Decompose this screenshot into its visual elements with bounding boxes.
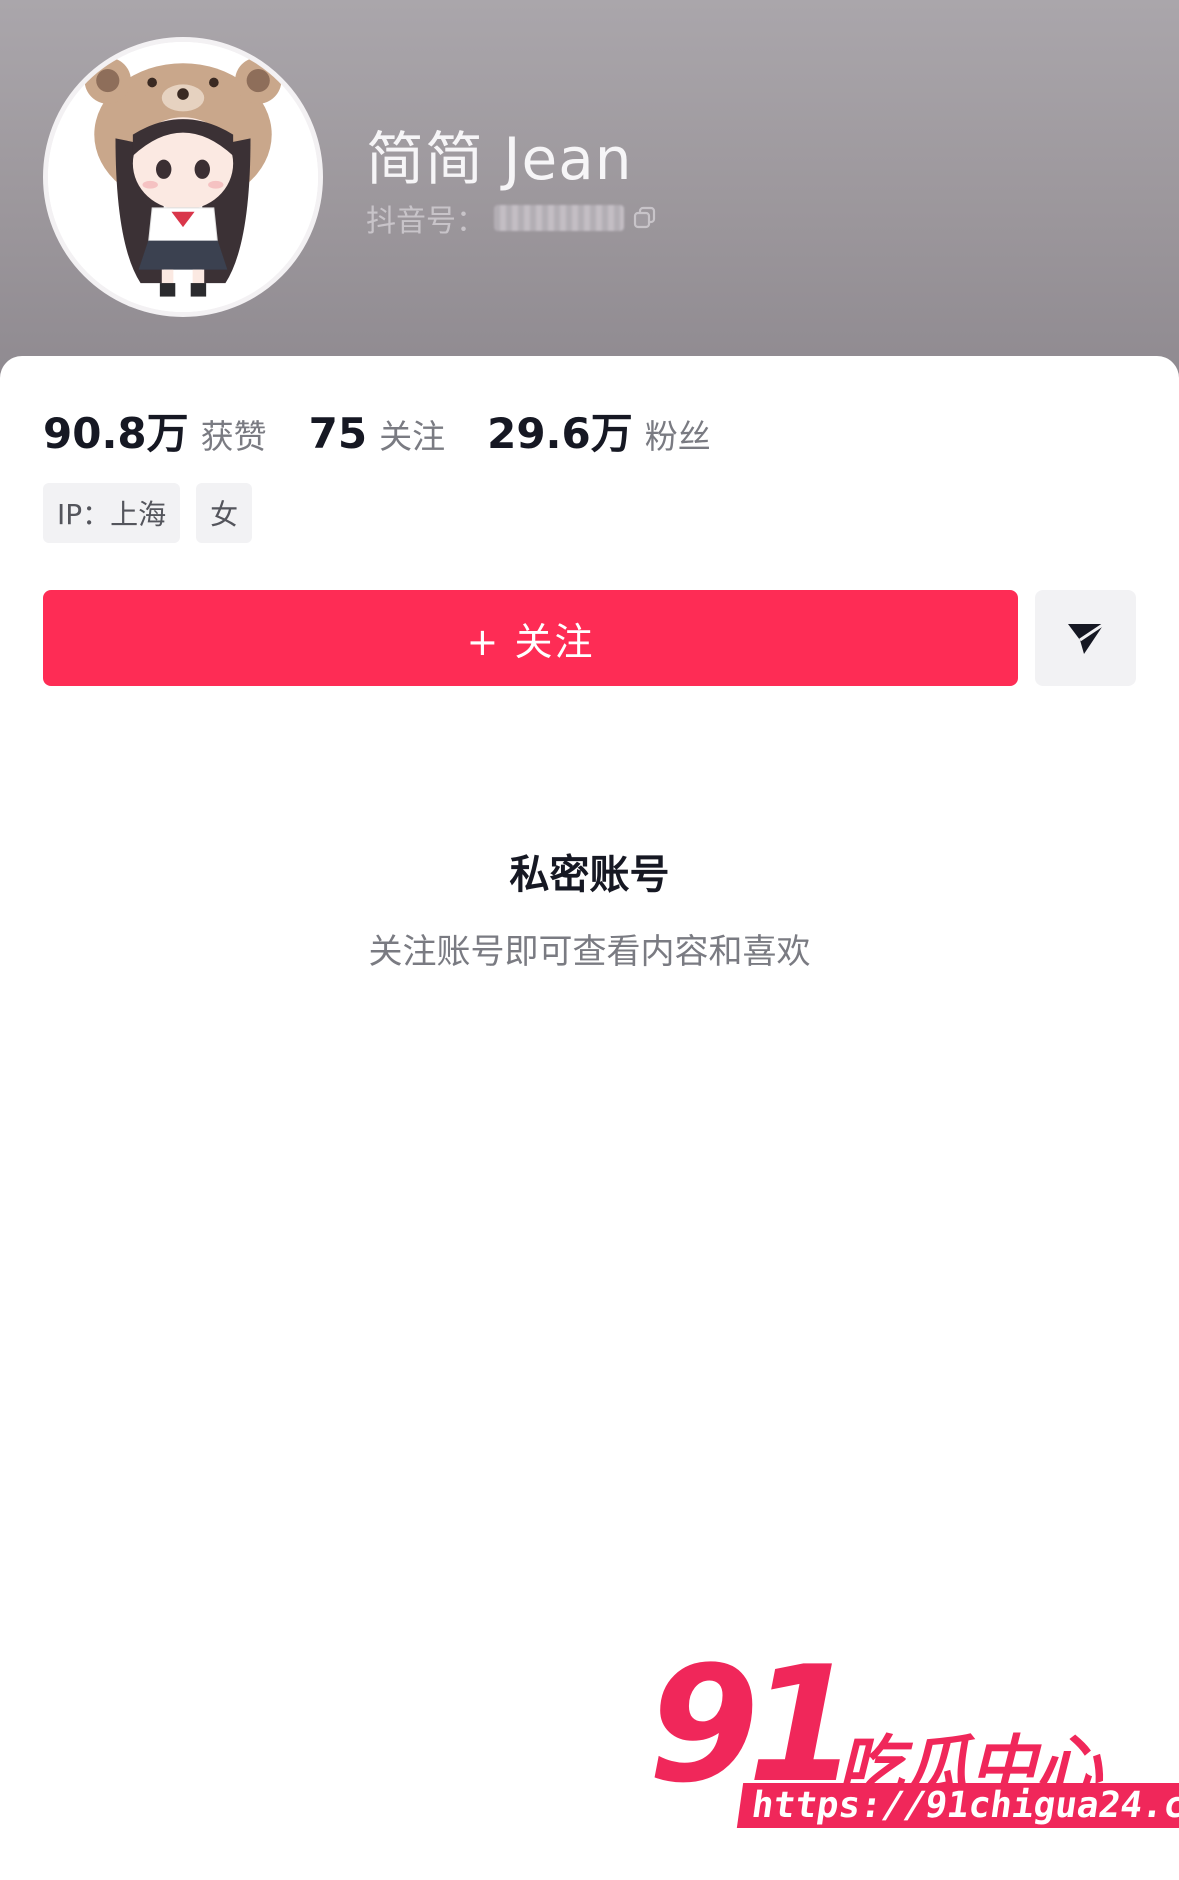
stat-following-label: 关注 xyxy=(379,417,446,456)
stat-followers-value: 29.6万 xyxy=(487,409,633,458)
private-account-title: 私密账号 xyxy=(509,852,670,898)
watermark: 91 吃瓜中心 https://91chigua24.com xyxy=(648,1631,1179,1855)
tag-gender: 女 xyxy=(196,483,253,543)
stat-followers-label: 粉丝 xyxy=(644,417,711,456)
stat-likes-value: 90.8万 xyxy=(43,409,189,458)
stat-following-value: 75 xyxy=(308,409,368,458)
follow-button[interactable]: + 关注 xyxy=(43,590,1018,686)
stats-row: 90.8万 获赞 75 关注 29.6万 粉丝 xyxy=(43,400,753,461)
profile-tags: IP：上海 女 xyxy=(43,483,268,543)
share-button[interactable] xyxy=(1035,590,1136,686)
avatar[interactable] xyxy=(43,37,323,317)
send-icon xyxy=(1067,622,1105,654)
profile-name: 简简 Jean xyxy=(366,125,633,193)
stat-likes[interactable]: 90.8万 获赞 xyxy=(43,400,267,461)
douyin-id: 抖音号： xyxy=(366,196,658,240)
douyin-id-value-redacted xyxy=(494,205,624,231)
watermark-number: 91 xyxy=(648,1631,859,1818)
stat-followers[interactable]: 29.6万 粉丝 xyxy=(487,400,711,461)
stat-likes-label: 获赞 xyxy=(200,417,267,456)
stat-following[interactable]: 75 关注 xyxy=(309,409,445,458)
avatar-image xyxy=(48,42,318,312)
tag-ip-location: IP：上海 xyxy=(43,483,181,543)
private-account-subtitle: 关注账号即可查看内容和喜欢 xyxy=(368,932,811,972)
douyin-id-label: 抖音号： xyxy=(366,204,486,239)
watermark-url: https://91chigua24.com xyxy=(736,1783,1179,1828)
copy-icon[interactable] xyxy=(632,205,658,231)
